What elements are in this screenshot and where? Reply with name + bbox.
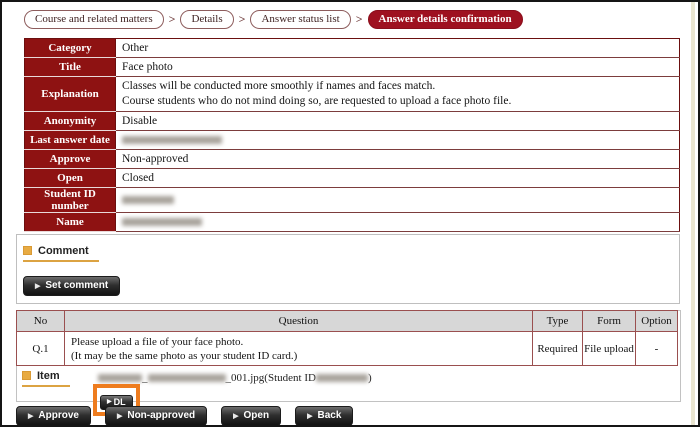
detail-label-explanation: Explanation <box>25 77 116 112</box>
detail-value-student-id-number <box>116 188 680 213</box>
detail-label-student-id-number: Student ID number <box>25 188 116 213</box>
detail-value-anonymity: Disable <box>116 112 680 131</box>
detail-label-title: Title <box>25 58 116 77</box>
detail-label-open: Open <box>25 169 116 188</box>
breadcrumb: Course and related matters > Details > A… <box>24 10 523 29</box>
breadcrumb-item-course-and-related-matters[interactable]: Course and related matters <box>24 10 164 29</box>
table-row: Category Other <box>25 39 680 58</box>
approve-button-label: Approve <box>38 410 79 421</box>
bullet-square-icon <box>23 246 32 255</box>
detail-value-open: Closed <box>116 169 680 188</box>
back-button-label: Back <box>317 410 341 421</box>
non-approved-button-label: Non-approved <box>127 410 195 421</box>
redacted-file-part <box>316 374 368 382</box>
redacted-file-part <box>98 374 142 382</box>
detail-value-category: Other <box>116 39 680 58</box>
comment-heading-label: Comment <box>38 245 89 257</box>
play-icon: ▶ <box>28 412 33 420</box>
column-header-form: Form <box>583 311 636 332</box>
redacted-value <box>122 218 202 226</box>
bullet-square-icon <box>22 371 31 380</box>
file-name-closing: ) <box>368 372 372 384</box>
play-icon: ▶ <box>107 398 112 405</box>
table-row: Last answer date <box>25 131 680 150</box>
set-comment-button[interactable]: ▶ Set comment <box>23 276 120 296</box>
detail-label-anonymity: Anonymity <box>25 112 116 131</box>
item-heading-label: Item <box>37 370 60 382</box>
detail-label-approve: Approve <box>25 150 116 169</box>
question-text-line: (It may be the same photo as your studen… <box>71 349 526 363</box>
question-table-header-row: No Question Type Form Option <box>17 311 678 332</box>
table-row: Open Closed <box>25 169 680 188</box>
file-name-visible-suffix: _001.jpg(Student ID <box>226 372 316 384</box>
breadcrumb-item-details[interactable]: Details <box>180 10 233 29</box>
table-row: Anonymity Disable <box>25 112 680 131</box>
comment-section: Comment ▶ Set comment <box>16 234 680 304</box>
question-no: Q.1 <box>17 332 65 366</box>
back-button[interactable]: ▶ Back <box>295 406 353 426</box>
explanation-line: Classes will be conducted more smoothly … <box>122 79 673 94</box>
column-header-option: Option <box>636 311 678 332</box>
column-header-type: Type <box>533 311 583 332</box>
table-row: Title Face photo <box>25 58 680 77</box>
breadcrumb-item-answer-status-list[interactable]: Answer status list <box>250 10 350 29</box>
question-section: No Question Type Form Option Q.1 Please … <box>16 310 681 402</box>
breadcrumb-separator: > <box>169 12 176 27</box>
column-header-question: Question <box>65 311 533 332</box>
play-icon: ▶ <box>117 412 122 420</box>
play-icon: ▶ <box>307 412 312 420</box>
question-form: File upload <box>583 332 636 366</box>
detail-value-last-answer-date <box>116 131 680 150</box>
file-name-separator: _ <box>142 372 148 384</box>
detail-value-approve: Non-approved <box>116 150 680 169</box>
question-text-line: Please upload a file of your face photo. <box>71 335 526 349</box>
detail-value-name <box>116 213 680 232</box>
answer-details-table: Category Other Title Face photo Explanat… <box>24 38 680 232</box>
breadcrumb-separator: > <box>356 12 363 27</box>
set-comment-button-label: Set comment <box>45 280 108 291</box>
question-table: No Question Type Form Option Q.1 Please … <box>16 310 678 366</box>
question-type: Required <box>533 332 583 366</box>
open-button[interactable]: ▶ Open <box>221 406 281 426</box>
play-icon: ▶ <box>233 412 238 420</box>
redacted-value <box>122 136 222 144</box>
detail-value-explanation: Classes will be conducted more smoothly … <box>116 77 680 112</box>
table-row: Name <box>25 213 680 232</box>
table-row: Student ID number <box>25 188 680 213</box>
answer-details-confirmation-page: Course and related matters > Details > A… <box>0 0 700 427</box>
action-button-bar: ▶ Approve ▶ Non-approved ▶ Open ▶ Back <box>16 406 353 426</box>
detail-value-title: Face photo <box>116 58 680 77</box>
question-row: Q.1 Please upload a file of your face ph… <box>17 332 678 366</box>
breadcrumb-separator: > <box>239 12 246 27</box>
play-icon: ▶ <box>35 282 40 290</box>
column-header-no: No <box>17 311 65 332</box>
explanation-line: Course students who do not mind doing so… <box>122 94 673 109</box>
detail-label-name: Name <box>25 213 116 232</box>
dl-button-label: DL <box>114 397 126 407</box>
file-name-text: _ _001.jpg(Student ID) <box>98 372 372 384</box>
table-row: Explanation Classes will be conducted mo… <box>25 77 680 112</box>
redacted-value <box>122 196 174 204</box>
open-button-label: Open <box>244 410 270 421</box>
question-text: Please upload a file of your face photo.… <box>65 332 533 366</box>
detail-label-category: Category <box>25 39 116 58</box>
approve-button[interactable]: ▶ Approve <box>16 406 91 426</box>
redacted-file-part <box>148 374 226 382</box>
breadcrumb-item-answer-details-confirmation: Answer details confirmation <box>368 10 523 29</box>
comment-heading: Comment <box>23 245 99 262</box>
item-heading: Item <box>22 370 70 387</box>
table-row: Approve Non-approved <box>25 150 680 169</box>
non-approved-button[interactable]: ▶ Non-approved <box>105 406 207 426</box>
page-edge-stripe <box>691 2 695 425</box>
question-option: - <box>636 332 678 366</box>
detail-label-last-answer-date: Last answer date <box>25 131 116 150</box>
